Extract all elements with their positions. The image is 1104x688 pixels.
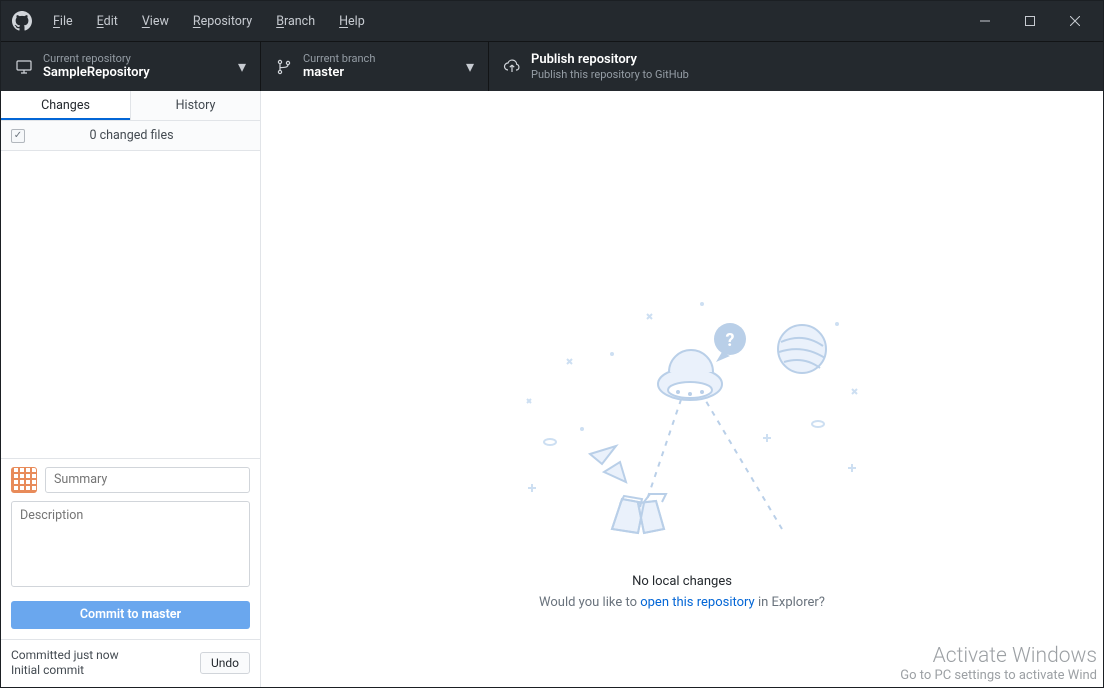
svg-text:?: ?	[726, 330, 735, 351]
monitor-icon	[15, 58, 33, 76]
main-panel: ?	[261, 91, 1103, 687]
empty-state-title: No local changes	[539, 572, 825, 593]
last-commit-status: Committed just now Initial commit Undo	[1, 639, 260, 687]
publish-title: Publish repository	[531, 52, 716, 68]
commit-description-input[interactable]	[11, 501, 250, 587]
menu-file[interactable]: File	[41, 9, 85, 34]
publish-repository-button[interactable]: Publish repository Publish this reposito…	[489, 42, 730, 91]
tab-history[interactable]: History	[131, 91, 260, 120]
undo-button[interactable]: Undo	[200, 652, 250, 674]
close-button[interactable]	[1052, 6, 1097, 36]
commit-summary-input[interactable]	[45, 467, 250, 493]
current-repository-name: SampleRepository	[43, 65, 232, 81]
menu-branch[interactable]: Branch	[264, 9, 327, 34]
github-logo-icon	[11, 10, 33, 32]
changed-files-list	[1, 151, 260, 458]
cloud-upload-icon	[503, 58, 521, 76]
git-branch-icon	[275, 58, 293, 76]
chevron-down-icon: ▾	[238, 57, 246, 76]
changes-header: ✓ 0 changed files	[1, 121, 260, 151]
current-branch-name: master	[303, 65, 460, 81]
sidebar-tabs: Changes History	[1, 91, 260, 121]
current-branch-dropdown[interactable]: Current branch master ▾	[261, 42, 489, 91]
github-desktop-window: File Edit View Repository Branch Help Cu…	[0, 0, 1104, 688]
current-repository-dropdown[interactable]: Current repository SampleRepository ▾	[1, 42, 261, 91]
menu-help[interactable]: Help	[327, 9, 377, 34]
current-repository-label: Current repository	[43, 52, 232, 65]
menu-edit[interactable]: Edit	[85, 9, 130, 34]
avatar	[11, 467, 37, 493]
commit-form: Commit to master	[1, 458, 260, 639]
empty-state-question-pre: Would you like to	[539, 595, 640, 610]
commit-status-msg: Initial commit	[11, 663, 119, 679]
minimize-button[interactable]	[962, 6, 1007, 36]
select-all-checkbox[interactable]: ✓	[11, 129, 25, 143]
commit-status-time: Committed just now	[11, 648, 119, 664]
empty-state-illustration: ?	[472, 294, 892, 554]
publish-subtitle: Publish this repository to GitHub	[531, 68, 716, 81]
window-controls	[962, 6, 1097, 36]
toolbar: Current repository SampleRepository ▾ Cu…	[1, 41, 1103, 91]
maximize-button[interactable]	[1007, 6, 1052, 36]
tab-changes[interactable]: Changes	[1, 91, 131, 120]
menubar: File Edit View Repository Branch Help	[1, 1, 1103, 41]
commit-button[interactable]: Commit to master	[11, 601, 250, 629]
changes-count: 0 changed files	[37, 128, 250, 143]
open-repository-link[interactable]: open this repository	[640, 595, 755, 610]
sidebar: Changes History ✓ 0 changed files Commit…	[1, 91, 261, 687]
menu-view[interactable]: View	[130, 9, 181, 34]
empty-state-question-post: in Explorer?	[755, 595, 825, 610]
chevron-down-icon: ▾	[466, 57, 474, 76]
current-branch-label: Current branch	[303, 52, 460, 65]
menu-repository[interactable]: Repository	[181, 9, 264, 34]
